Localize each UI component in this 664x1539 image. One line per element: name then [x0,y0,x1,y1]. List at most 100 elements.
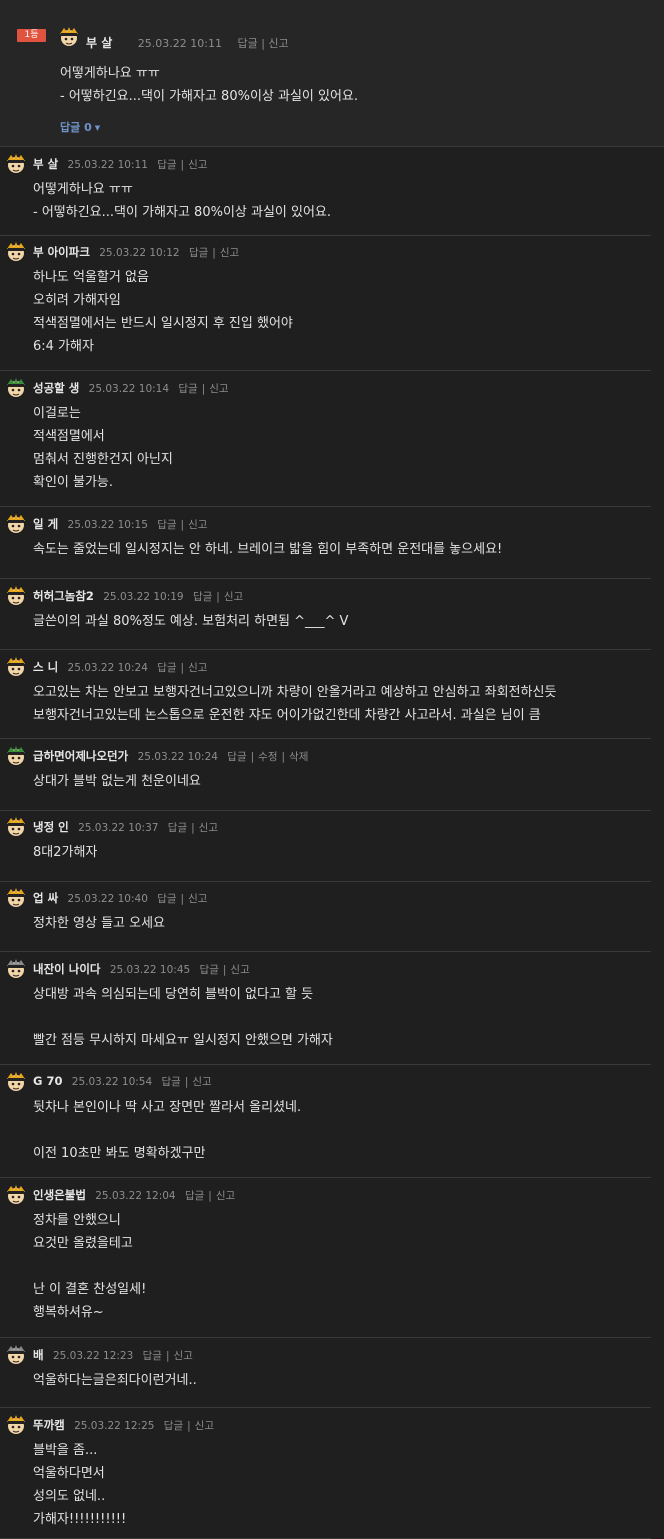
comment-meta: 냉정 인 25.03.22 10:37 답글 | 신고 [33,820,218,834]
comment-item: 스 니 25.03.22 10:24 답글 | 신고 오고있는 차는 안보고 보행자… [0,650,651,739]
comment-meta: 허허그놈참2 25.03.22 10:19 답글 | 신고 [33,589,244,603]
avatar-icon[interactable] [5,1184,27,1206]
comment-item: 냉정 인 25.03.22 10:37 답글 | 신고 8대2가해자 [0,810,651,882]
action-link-1[interactable]: 신고 [195,1420,214,1432]
comment-item: 업 싸 25.03.22 10:40 답글 | 신고 정차한 영상 들고 오세요 [0,881,651,952]
avatar-icon[interactable] [5,816,27,838]
timestamp: 25.03.22 10:12 [99,247,180,259]
timestamp: 25.03.22 10:37 [78,822,159,834]
nickname[interactable]: 스 니 [33,660,58,674]
avatar-icon[interactable] [58,26,80,48]
nickname[interactable]: 인생은불법 [33,1188,86,1202]
reply-link[interactable]: 답글 [237,37,257,50]
nickname[interactable]: 부 아이파크 [33,245,90,259]
comment-body: 이걸로는 적색점멸에서 멈춰서 진행한건지 아닌지 확인이 불가능. [33,406,173,490]
avatar-icon[interactable] [5,745,27,767]
comment-item: 내잔이 나이다 25.03.22 10:45 답글 | 신고 상대방 과속 의심되는… [0,952,651,1065]
nickname[interactable]: 허허그놈참2 [33,589,94,603]
nickname[interactable]: 배 [33,1348,44,1362]
comment-meta: 내잔이 나이다 25.03.22 10:45 답글 | 신고 [33,962,250,976]
nickname[interactable]: 업 싸 [33,891,58,905]
timestamp: 25.03.22 12:25 [74,1420,155,1432]
avatar-icon[interactable] [5,1344,27,1366]
report-link[interactable]: 신고 [268,37,288,50]
action-link-0[interactable]: 답글 [157,662,176,674]
reply-count-label[interactable]: 답글 0 [60,121,92,134]
nickname[interactable]: 부 살 [86,36,112,50]
comment-body: 하나도 억울할거 없음 오히려 가해자임 적색점멸에서는 반드시 일시정지 후 … [33,270,293,354]
comment-body: 정차한 영상 들고 오세요 [33,916,165,931]
comment-body: 어떻게하나요 ㅠㅠ - 어떻하긴요...댁이 가해자고 80%이상 과실이 있어… [33,182,332,220]
action-link-1[interactable]: 신고 [199,822,218,834]
comment-item: 부 아이파크 25.03.22 10:12 답글 | 신고 하나도 억울할거 없음 … [0,235,651,371]
best-comment-body: 어떻게하나요 ㅠㅠ - 어떻하긴요...댁이 가해자고 80%이상 과실이 있어… [60,66,359,104]
timestamp: 25.03.22 10:45 [109,964,191,976]
comment-meta: 부 아이파크 25.03.22 10:12 답글 | 신고 [33,245,240,259]
avatar-icon[interactable] [5,241,27,263]
comment-meta: 부 살 25.03.22 10:11 답글 | 신고 [33,157,208,171]
action-link-1[interactable]: 신고 [188,159,207,171]
action-link-1[interactable]: 신고 [209,383,228,395]
comment-item: 배 25.03.22 12:23 답글 | 신고 억울하다는글은죄다이런거네.. [0,1338,651,1408]
action-link-0[interactable]: 답글 [189,247,208,259]
action-link-0[interactable]: 답글 [193,591,212,603]
comment-meta: 급하면어제나오던가 25.03.22 10:24 답글 | 수정 | 삭제 [33,749,309,763]
comment-body: 블박을 좀... 억울하다면서 성의도 없네.. 가해자!!!!!!!!!!! [33,1443,127,1527]
comment-meta: 업 싸 25.03.22 10:40 답글 | 신고 [33,891,208,905]
action-link-1[interactable]: 신고 [188,662,207,674]
avatar-icon[interactable] [5,513,27,535]
reply-count-toggle[interactable]: 답글 0 ▼ [60,119,100,135]
action-link-1[interactable]: 신고 [188,519,207,531]
nickname[interactable]: 일 게 [33,517,58,531]
avatar-icon[interactable] [5,585,27,607]
action-link-1[interactable]: 신고 [216,1190,235,1202]
nickname[interactable]: 냉정 인 [33,820,69,834]
nickname[interactable]: G 70 [33,1074,62,1088]
avatar-icon[interactable] [5,153,27,175]
nickname[interactable]: 성공할 생 [33,381,79,395]
nickname[interactable]: 급하면어제나오던가 [33,749,128,763]
action-link-2[interactable]: 삭제 [289,751,308,763]
avatar-icon[interactable] [5,1071,27,1093]
avatar-icon[interactable] [5,656,27,678]
comment-meta: 인생은불법 25.03.22 12:04 답글 | 신고 [33,1188,236,1202]
action-link-1[interactable]: 신고 [174,1350,193,1362]
avatar-icon[interactable] [5,377,27,399]
action-link-0[interactable]: 답글 [164,1420,183,1432]
nickname[interactable]: 뚜까캠 [33,1418,65,1432]
action-link-1[interactable]: 신고 [224,591,243,603]
action-link-0[interactable]: 답글 [157,893,176,905]
action-link-0[interactable]: 답글 [157,159,176,171]
action-link-1[interactable]: 신고 [192,1076,211,1088]
action-link-1[interactable]: 신고 [230,964,249,976]
comment-item: 부 살 25.03.22 10:11 답글 | 신고 어떻게하나요 ㅠㅠ - 어떻하… [0,147,651,236]
comment-body: 8대2가해자 [33,845,98,860]
comment-item: 급하면어제나오던가 25.03.22 10:24 답글 | 수정 | 삭제 상대가 블박… [0,739,651,811]
action-link-1[interactable]: 신고 [220,247,239,259]
nickname[interactable]: 부 살 [33,157,58,171]
action-link-1[interactable]: 신고 [188,893,207,905]
action-link-0[interactable]: 답글 [200,964,219,976]
avatar-icon[interactable] [5,958,27,980]
comment-body: 상대가 블박 없는게 천운이네요 [33,774,201,789]
action-link-0[interactable]: 답글 [168,822,187,834]
comment-item: 일 게 25.03.22 10:15 답글 | 신고 속도는 줄었는데 일시정지는 … [0,507,651,579]
comment-body: 속도는 줄었는데 일시정지는 안 하네. 브레이크 밟을 힘이 부족하면 운전대… [33,542,503,557]
comment-meta: 일 게 25.03.22 10:15 답글 | 신고 [33,517,208,531]
comment-meta: 성공할 생 25.03.22 10:14 답글 | 신고 [33,381,229,395]
action-link-1[interactable]: 수정 [258,751,277,763]
action-link-0[interactable]: 답글 [185,1190,204,1202]
comment-body: 상대방 과속 의심되는데 당연히 블박이 없다고 할 듯 빨간 점등 무시하지 … [33,987,333,1048]
action-link-0[interactable]: 답글 [157,519,176,531]
action-link-0[interactable]: 답글 [178,383,197,395]
nickname[interactable]: 내잔이 나이다 [33,962,100,976]
action-link-0[interactable]: 답글 [162,1076,181,1088]
comment-item: G 70 25.03.22 10:54 답글 | 신고 뒷차나 본인이나 딱 사고 … [0,1065,651,1178]
best-comment: 1등 부 살 25.03.22 10:11 답글 | 신고 어떻게하나요 ㅠㅠ … [0,0,664,147]
avatar-icon[interactable] [5,887,27,909]
action-link-0[interactable]: 답글 [143,1350,162,1362]
comment-body: 뒷차나 본인이나 딱 사고 장면만 짤라서 올리셨네. 이전 10초만 봐도 명… [33,1100,302,1161]
action-link-0[interactable]: 답글 [227,751,246,763]
timestamp: 25.03.22 10:14 [88,383,170,395]
avatar-icon[interactable] [5,1414,27,1436]
